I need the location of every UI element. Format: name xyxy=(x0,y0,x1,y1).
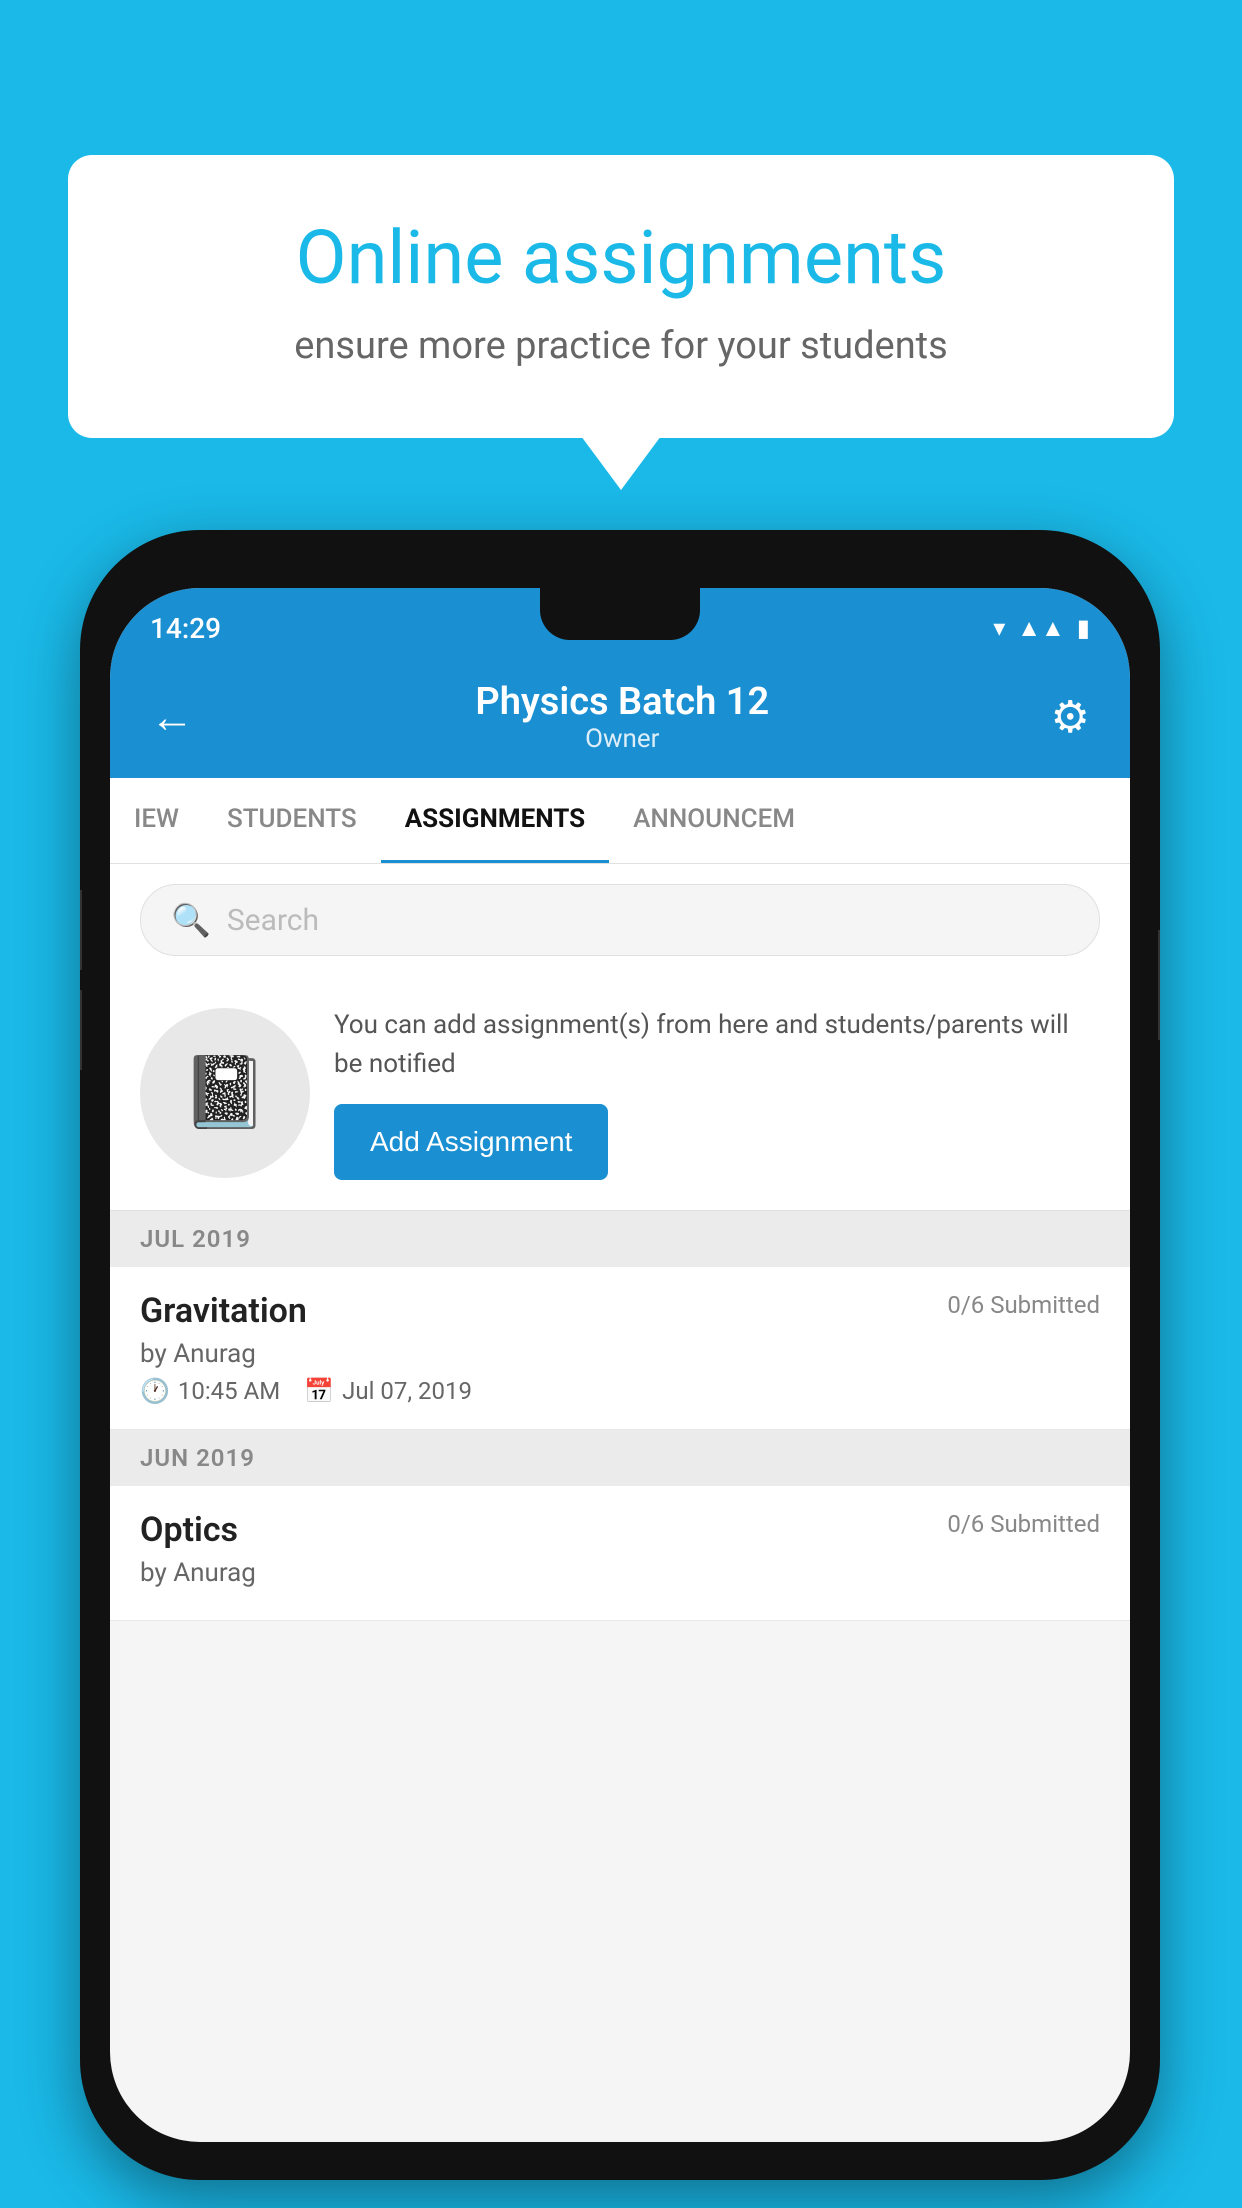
header-center: Physics Batch 12 Owner xyxy=(194,680,1051,754)
search-icon: 🔍 xyxy=(171,901,211,939)
assignment-header-optics: Optics 0/6 Submitted xyxy=(140,1510,1100,1550)
speech-bubble: Online assignments ensure more practice … xyxy=(68,155,1174,438)
promo-description: You can add assignment(s) from here and … xyxy=(334,1006,1100,1084)
phone-notch xyxy=(540,588,700,640)
phone-screen: 14:29 ▾ ▲▲ ▮ ← Physics Batch 12 Owner ⚙ … xyxy=(110,588,1130,2142)
status-icons: ▾ ▲▲ ▮ xyxy=(993,614,1090,643)
assignment-meta: 🕐 10:45 AM 📅 Jul 07, 2019 xyxy=(140,1377,1100,1405)
meta-time: 🕐 10:45 AM xyxy=(140,1377,280,1405)
header-title: Physics Batch 12 xyxy=(194,680,1051,724)
battery-icon: ▮ xyxy=(1077,614,1090,642)
search-container: 🔍 Search xyxy=(110,864,1130,976)
clock-icon: 🕐 xyxy=(140,1377,170,1405)
assignment-by: by Anurag xyxy=(140,1339,1100,1369)
promo-icon-circle: 📓 xyxy=(140,1008,310,1178)
search-bar[interactable]: 🔍 Search xyxy=(140,884,1100,956)
month-divider-jun: JUN 2019 xyxy=(110,1430,1130,1486)
speech-bubble-container: Online assignments ensure more practice … xyxy=(68,155,1174,438)
assignment-name: Gravitation xyxy=(140,1291,307,1331)
tab-assignments[interactable]: ASSIGNMENTS xyxy=(381,778,609,863)
bubble-subtitle: ensure more practice for your students xyxy=(148,324,1094,368)
month-divider-jul: JUL 2019 xyxy=(110,1211,1130,1267)
assignment-header: Gravitation 0/6 Submitted xyxy=(140,1291,1100,1331)
back-button[interactable]: ← xyxy=(150,691,194,743)
status-time: 14:29 xyxy=(150,612,221,645)
bubble-title: Online assignments xyxy=(148,215,1094,304)
search-input[interactable]: Search xyxy=(227,903,319,938)
assignment-submitted: 0/6 Submitted xyxy=(947,1291,1100,1319)
assignment-item-optics[interactable]: Optics 0/6 Submitted by Anurag xyxy=(110,1486,1130,1621)
assignment-submitted-optics: 0/6 Submitted xyxy=(947,1510,1100,1538)
settings-icon[interactable]: ⚙ xyxy=(1051,691,1090,743)
meta-date: 📅 Jul 07, 2019 xyxy=(304,1377,472,1405)
tabs-container: IEW STUDENTS ASSIGNMENTS ANNOUNCEM xyxy=(110,778,1130,864)
promo-text-area: You can add assignment(s) from here and … xyxy=(334,1006,1100,1180)
tab-announcements[interactable]: ANNOUNCEM xyxy=(609,778,819,863)
power-button[interactable] xyxy=(1158,930,1160,1040)
promo-section: 📓 You can add assignment(s) from here an… xyxy=(110,976,1130,1211)
volume-up-button[interactable] xyxy=(80,890,82,970)
header-subtitle: Owner xyxy=(194,724,1051,754)
assignment-name-optics: Optics xyxy=(140,1510,238,1550)
volume-down-button[interactable] xyxy=(80,990,82,1070)
phone-frame: 14:29 ▾ ▲▲ ▮ ← Physics Batch 12 Owner ⚙ … xyxy=(80,530,1160,2180)
tab-students[interactable]: STUDENTS xyxy=(203,778,381,863)
app-header: ← Physics Batch 12 Owner ⚙ xyxy=(110,660,1130,778)
wifi-icon: ▾ xyxy=(993,614,1005,642)
add-assignment-button[interactable]: Add Assignment xyxy=(334,1104,608,1180)
tab-iew[interactable]: IEW xyxy=(110,778,203,863)
assignment-by-optics: by Anurag xyxy=(140,1558,1100,1588)
signal-icon: ▲▲ xyxy=(1017,614,1065,643)
assignment-item-gravitation[interactable]: Gravitation 0/6 Submitted by Anurag 🕐 10… xyxy=(110,1267,1130,1430)
notebook-icon: 📓 xyxy=(181,1052,268,1134)
calendar-icon: 📅 xyxy=(304,1377,334,1405)
